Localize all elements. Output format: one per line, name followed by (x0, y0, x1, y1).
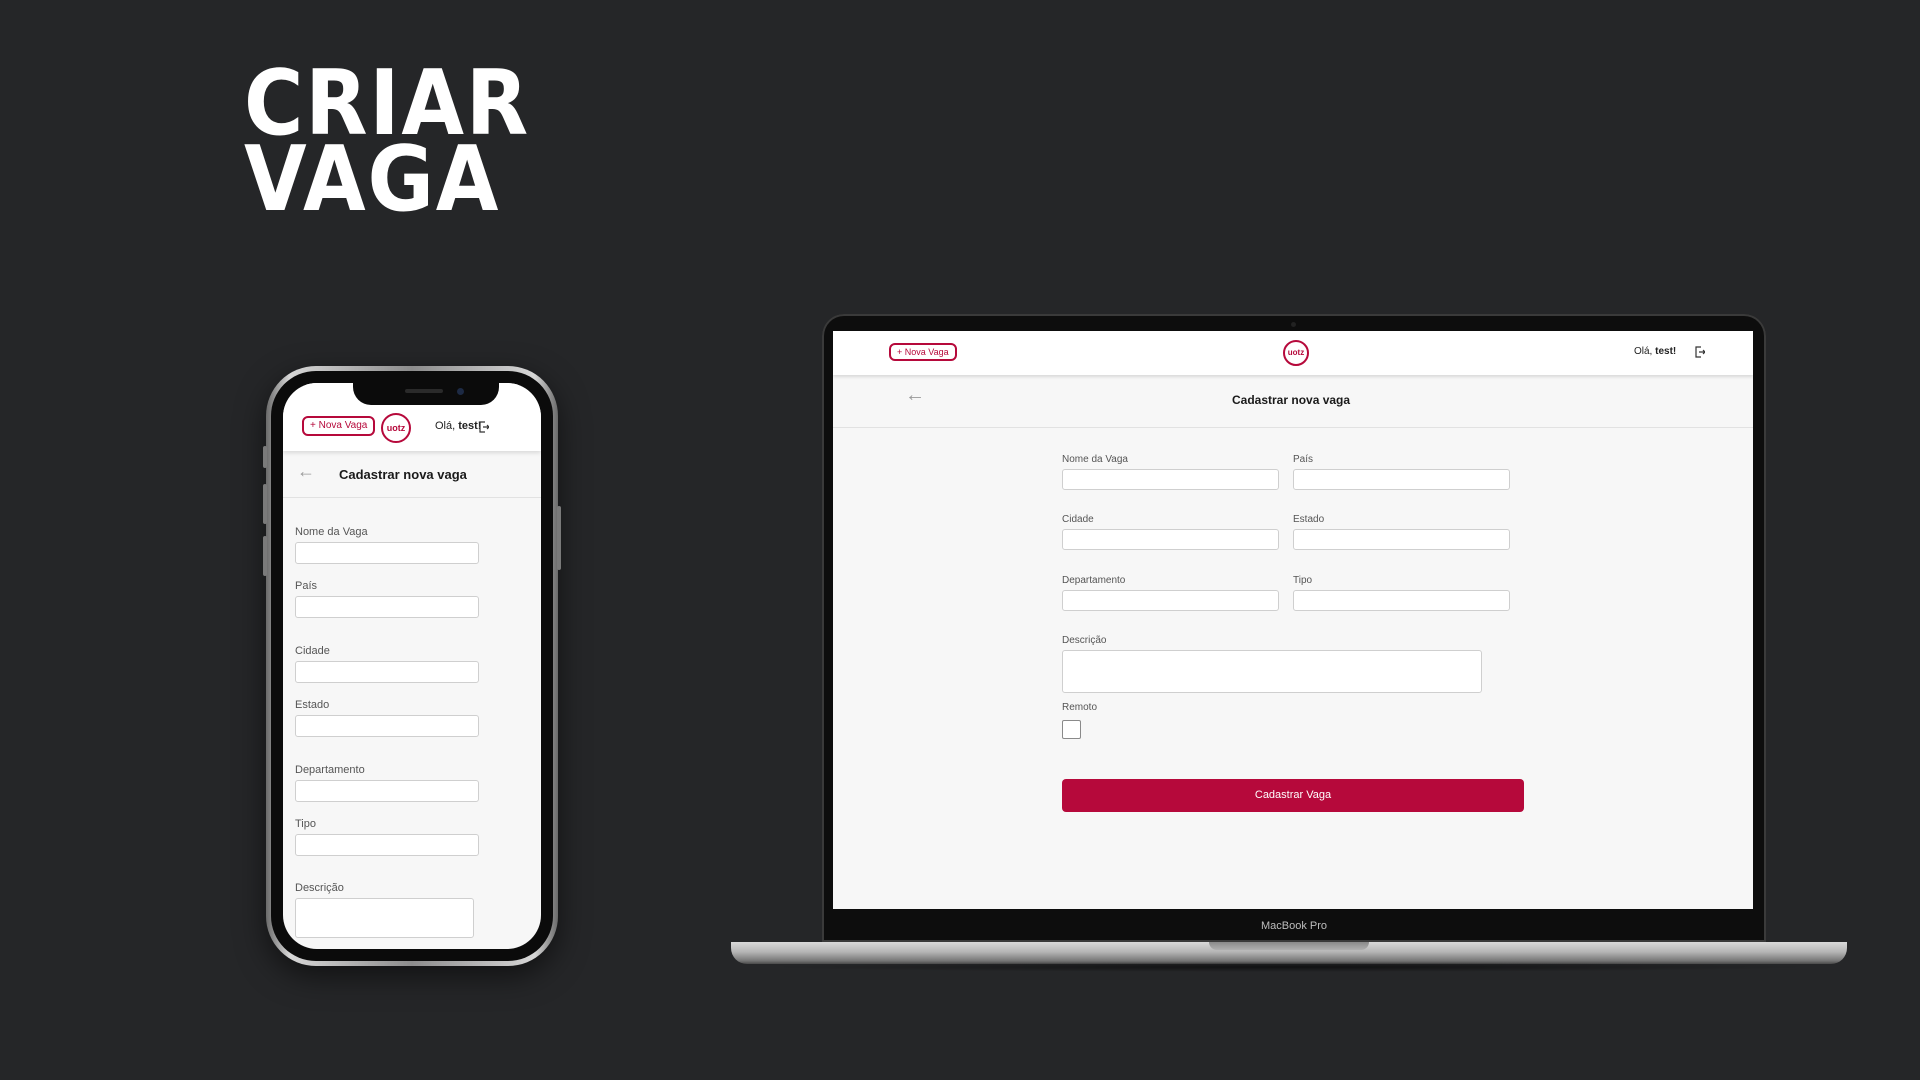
laptop-brand-label: MacBook Pro (1260, 920, 1328, 932)
phone-camera (457, 388, 464, 395)
new-job-button[interactable]: + Nova Vaga (302, 416, 376, 436)
phone-bezel: + Nova Vaga uotz Olá, test! ← Cadastrar … (271, 371, 553, 961)
phone-power-button (557, 506, 561, 570)
state-label: Estado (295, 699, 330, 711)
city-label: Cidade (1062, 514, 1094, 525)
job-name-input[interactable] (295, 542, 479, 564)
phone-speaker (405, 389, 443, 393)
back-arrow-icon[interactable]: ← (297, 461, 315, 482)
laptop-mockup: + Nova Vaga uotz Olá, test! ← Cadastrar … (822, 314, 1766, 942)
country-input[interactable] (1293, 469, 1510, 490)
country-input[interactable] (295, 596, 479, 618)
type-input[interactable] (295, 834, 479, 856)
logout-icon[interactable] (1695, 346, 1705, 358)
department-label: Departamento (295, 764, 365, 776)
phone-mockup: + Nova Vaga uotz Olá, test! ← Cadastrar … (263, 366, 561, 966)
phone-side-button (263, 446, 267, 468)
job-name-label: Nome da Vaga (295, 526, 368, 538)
country-label: País (295, 580, 318, 592)
desktop-header: + Nova Vaga uotz Olá, test! (833, 331, 1753, 375)
username: test! (458, 420, 482, 432)
phone-volume-up-button (263, 484, 267, 524)
remote-checkbox[interactable] (1062, 720, 1081, 739)
logout-icon[interactable] (479, 421, 489, 433)
city-label: Cidade (295, 645, 330, 657)
laptop-screen: + Nova Vaga uotz Olá, test! ← Cadastrar … (833, 331, 1753, 909)
department-label: Departamento (1062, 575, 1126, 586)
greeting-text: Olá, (435, 420, 456, 432)
laptop-base (731, 942, 1847, 964)
back-arrow-icon[interactable]: ← (905, 384, 925, 407)
type-input[interactable] (1293, 590, 1510, 611)
page-title: Cadastrar nova vaga (1232, 393, 1351, 407)
description-textarea[interactable] (1062, 650, 1482, 693)
country-label: País (1293, 454, 1314, 465)
state-input[interactable] (295, 715, 479, 737)
city-input[interactable] (295, 661, 479, 683)
phone-notch (353, 383, 499, 405)
state-label: Estado (1293, 514, 1325, 525)
laptop-camera (1291, 322, 1296, 327)
laptop-base-notch (1209, 942, 1369, 950)
phone-volume-down-button (263, 536, 267, 576)
hero-title: CRIAR VAGA (244, 59, 530, 232)
greeting-text: Olá, (1634, 346, 1653, 357)
description-label: Descrição (295, 882, 344, 894)
job-name-input[interactable] (1062, 469, 1279, 490)
user-greeting: Olá, test! (1634, 346, 1676, 357)
department-input[interactable] (295, 780, 479, 802)
department-input[interactable] (1062, 590, 1279, 611)
submit-job-button[interactable]: Cadastrar Vaga (1062, 779, 1524, 812)
title-divider (833, 427, 1753, 428)
uotz-logo[interactable]: uotz (1283, 340, 1309, 366)
phone-screen: + Nova Vaga uotz Olá, test! ← Cadastrar … (283, 383, 541, 949)
user-greeting: Olá, test! (435, 420, 481, 432)
description-label: Descrição (1062, 635, 1107, 646)
laptop-shadow (760, 962, 1820, 972)
type-label: Tipo (1293, 575, 1313, 586)
title-divider (283, 497, 541, 498)
new-job-button[interactable]: + Nova Vaga (889, 343, 957, 361)
city-input[interactable] (1062, 529, 1279, 550)
state-input[interactable] (1293, 529, 1510, 550)
page-title: Cadastrar nova vaga (339, 467, 467, 482)
uotz-logo[interactable]: uotz (381, 413, 411, 443)
job-name-label: Nome da Vaga (1062, 454, 1128, 465)
type-label: Tipo (295, 818, 316, 830)
description-textarea[interactable] (295, 898, 474, 938)
hero-title-line-2: VAGA (244, 127, 501, 232)
remote-label: Remoto (1062, 702, 1098, 713)
username: test! (1655, 346, 1677, 357)
